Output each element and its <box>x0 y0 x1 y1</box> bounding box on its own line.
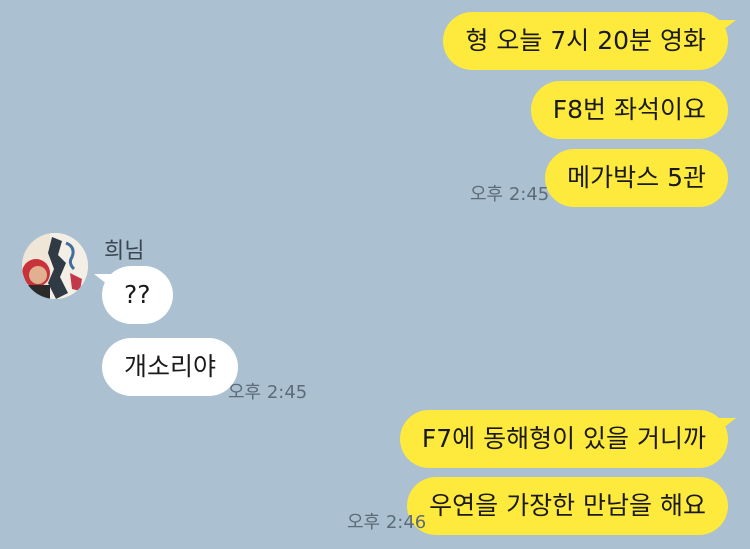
bubble-tail <box>94 274 112 288</box>
bubble-tail <box>718 418 736 432</box>
profile-photo-icon <box>22 233 88 299</box>
profile-avatar[interactable] <box>22 233 88 299</box>
message-text: 메가박스 5관 <box>567 163 706 192</box>
message-text: 형 오늘 7시 20분 영화 <box>465 26 706 55</box>
message-text: 개소리야 <box>124 352 217 381</box>
sender-name: 희님 <box>104 239 145 264</box>
message-text: 우연을 가장한 만남을 해요 <box>429 491 706 520</box>
incoming-message-bubble[interactable]: ?? <box>94 266 173 324</box>
bubble-tail <box>718 20 736 34</box>
outgoing-message-bubble[interactable]: 우연을 가장한 만남을 해요 <box>407 477 728 535</box>
message-text: ?? <box>124 280 151 309</box>
message-text: F8번 좌석이요 <box>552 95 706 124</box>
message-timestamp: 오후 2:45 <box>470 184 550 205</box>
outgoing-message-bubble[interactable]: 형 오늘 7시 20분 영화 <box>443 12 736 70</box>
message-text: F7에 동해형이 있을 거니까 <box>421 424 706 453</box>
message-timestamp: 오후 2:46 <box>347 512 427 533</box>
outgoing-message-bubble[interactable]: F7에 동해형이 있을 거니까 <box>399 410 736 468</box>
outgoing-message-bubble[interactable]: 메가박스 5관 <box>545 149 728 207</box>
message-timestamp: 오후 2:45 <box>228 382 308 403</box>
incoming-message-bubble[interactable]: 개소리야 <box>102 338 239 396</box>
outgoing-message-bubble[interactable]: F8번 좌석이요 <box>530 81 728 139</box>
